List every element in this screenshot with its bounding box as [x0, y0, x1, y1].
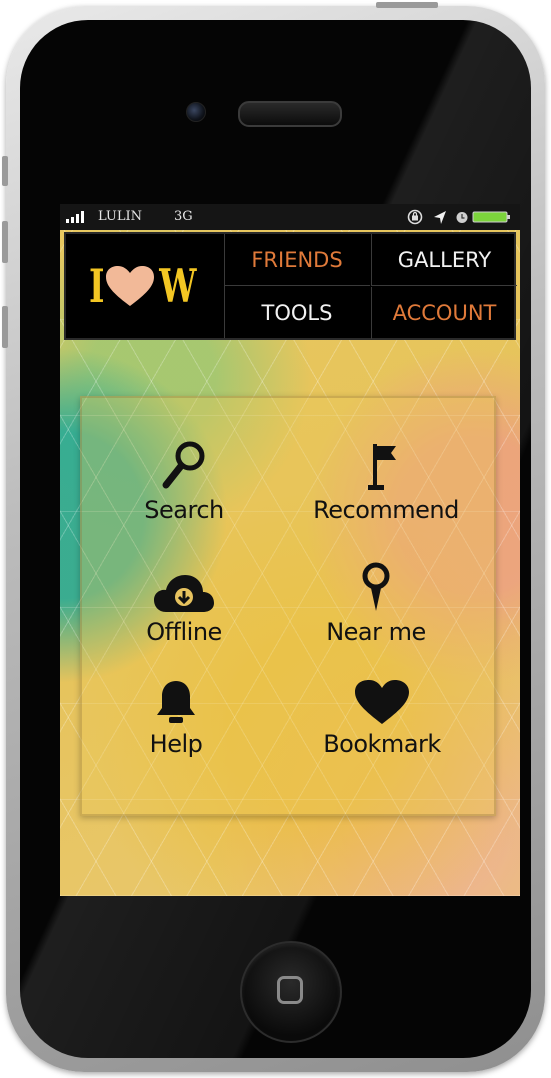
nav-gallery[interactable]: GALLERY	[371, 234, 517, 286]
phone-frame: LULIN 3G I W FRIENDS GALLERY TOOLS ACCOU…	[2, 2, 545, 1072]
menu-offline-label: Offline	[146, 618, 222, 646]
logo-heart-icon	[105, 266, 154, 306]
nav-account-label: ACCOUNT	[392, 301, 497, 325]
nav-friends-label: FRIENDS	[251, 247, 343, 272]
home-square-icon	[277, 976, 303, 1004]
volume-up-button	[2, 221, 8, 263]
front-camera	[186, 102, 206, 122]
carrier-name: LULIN	[98, 209, 143, 224]
nav-gallery-label: GALLERY	[397, 247, 492, 272]
network-type: 3G	[174, 209, 193, 224]
mute-switch	[2, 156, 8, 186]
menu-bookmark-label: Bookmark	[323, 730, 441, 758]
menu-offline[interactable]: Offline	[84, 558, 284, 646]
app-logo[interactable]: I W	[66, 234, 225, 338]
menu-search-label: Search	[144, 496, 224, 524]
status-icons	[406, 208, 514, 226]
menu-help[interactable]: Help	[76, 670, 276, 758]
menu-near-me[interactable]: Near me	[276, 558, 476, 646]
menu-bookmark[interactable]: Bookmark	[282, 670, 482, 758]
menu-near-me-label: Near me	[326, 618, 426, 646]
volume-down-button	[2, 306, 8, 348]
battery-icon	[472, 211, 510, 223]
logo-letter-w: W	[159, 259, 197, 313]
heart-icon	[355, 680, 409, 724]
app-header: I W FRIENDS GALLERY TOOLS ACCOUNT	[64, 232, 517, 340]
menu-recommend-label: Recommend	[313, 496, 459, 524]
logo-letter-i: I	[89, 259, 105, 313]
app-screen: LULIN 3G I W FRIENDS GALLERY TOOLS ACCOU…	[60, 204, 520, 896]
location-arrow-icon	[434, 211, 446, 224]
menu-search[interactable]: Search	[84, 436, 284, 524]
cloud-download-icon	[154, 575, 214, 612]
earpiece-speaker	[238, 101, 342, 127]
home-button[interactable]	[240, 941, 342, 1043]
status-bar: LULIN 3G	[60, 204, 520, 230]
map-pin-icon	[362, 562, 390, 611]
search-icon	[162, 441, 205, 489]
nav-tools[interactable]: TOOLS	[224, 287, 370, 339]
alarm-icon	[456, 212, 468, 223]
menu-recommend[interactable]: Recommend	[286, 436, 486, 524]
rotation-lock-icon	[407, 209, 423, 225]
flag-icon	[368, 444, 396, 490]
nav-tools-label: TOOLS	[261, 301, 333, 325]
power-button	[376, 2, 438, 8]
menu-help-label: Help	[149, 730, 203, 758]
nav-account[interactable]: ACCOUNT	[371, 287, 517, 339]
menu-panel: Search Recommend Offline Near me Help Bo…	[80, 396, 496, 816]
bell-icon	[157, 681, 195, 723]
nav-friends[interactable]: FRIENDS	[224, 234, 370, 286]
